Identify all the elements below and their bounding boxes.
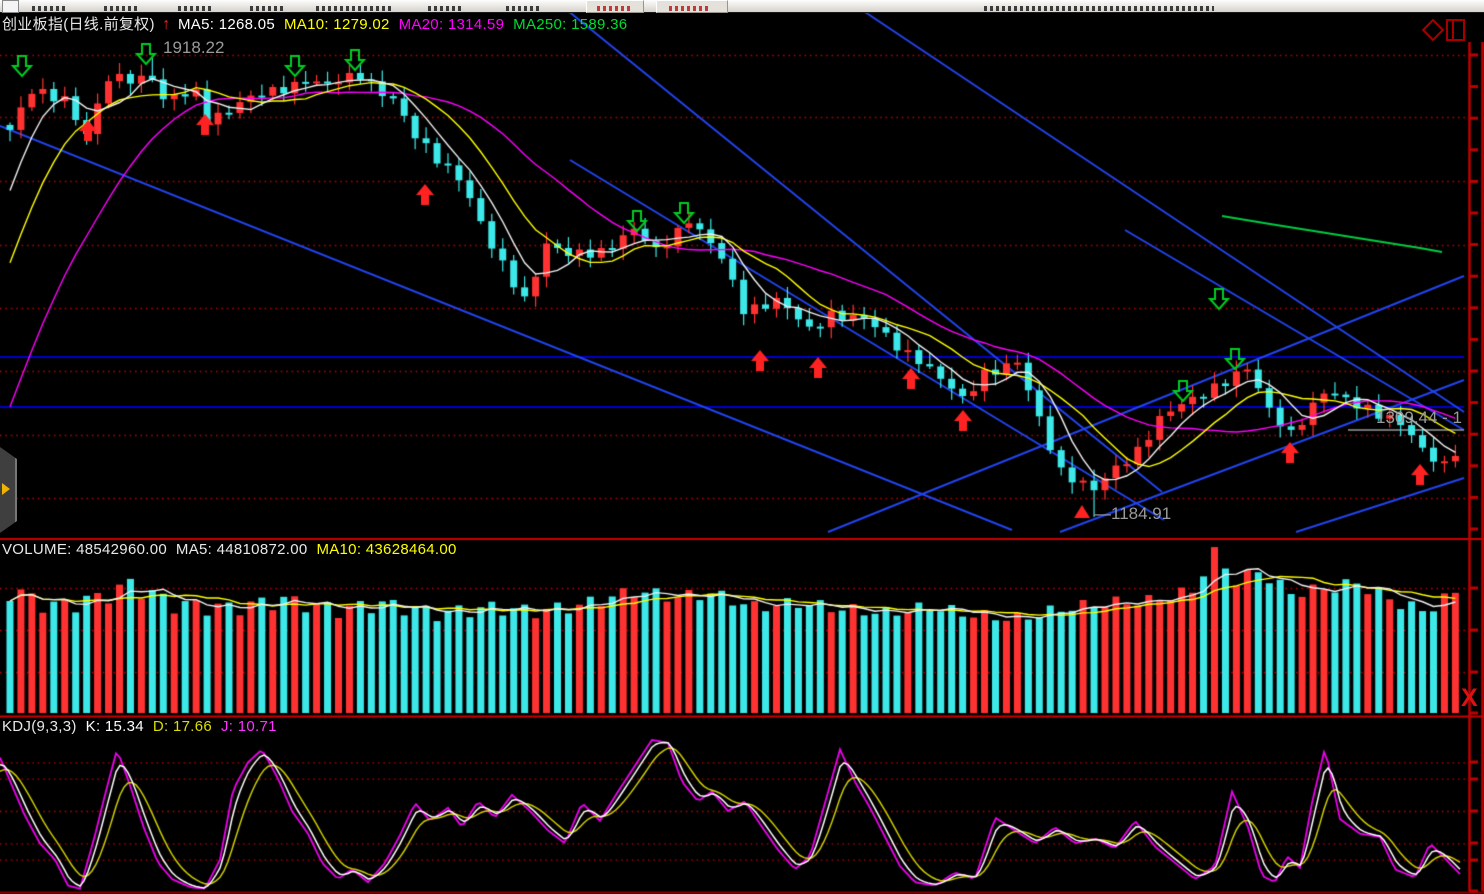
volume-ma5-label: MA5: 44810872.00: [176, 541, 308, 558]
app-icon: [2, 0, 19, 13]
menu-item[interactable]: [506, 6, 540, 11]
toolbar-button[interactable]: [586, 0, 644, 13]
ma10-label: MA10: 1279.02: [284, 16, 390, 33]
kdj-d-label: D: 17.66: [153, 718, 212, 735]
menu-item[interactable]: [316, 6, 392, 11]
menu-item[interactable]: [178, 6, 212, 11]
menu-item[interactable]: [104, 6, 138, 11]
menu-item[interactable]: [250, 6, 284, 11]
toolbar-button[interactable]: [656, 0, 728, 13]
symbol-title: 创业板指(日线.前复权): [2, 16, 155, 33]
ma250-label: MA250: 1589.36: [513, 16, 627, 33]
kdj-j-label: J: 10.71: [221, 718, 277, 735]
close-icon[interactable]: X: [1461, 684, 1478, 713]
menu-item[interactable]: [428, 6, 462, 11]
price-marker-annotation: 1309.44 - 1: [1376, 408, 1462, 428]
menu-item[interactable]: [32, 6, 66, 11]
volume-ma10-label: MA10: 43628464.00: [316, 541, 456, 558]
ma20-label: MA20: 1314.59: [399, 16, 505, 33]
volume-header: VOLUME: 48542960.00 MA5: 44810872.00 MA1…: [2, 541, 457, 558]
trend-up-arrow-icon: ↑: [159, 16, 173, 33]
volume-label: VOLUME: 48542960.00: [2, 541, 167, 558]
menu-bar[interactable]: [0, 0, 1484, 13]
sidebar-expand-tab[interactable]: [0, 447, 17, 533]
kdj-header: KDJ(9,3,3) K: 15.34 D: 17.66 J: 10.71: [2, 718, 277, 735]
ma5-label: MA5: 1268.05: [178, 16, 275, 33]
menu-bar-right-text: [984, 6, 1214, 11]
chart-title-bar: 创业板指(日线.前复权) ↑ MA5: 1268.05 MA10: 1279.0…: [2, 13, 627, 34]
kdj-title: KDJ(9,3,3): [2, 718, 77, 735]
expand-arrow-icon: [2, 483, 10, 495]
low-price-annotation: —1184.91: [1094, 504, 1171, 524]
trading-app-window: 创业板指(日线.前复权) ↑ MA5: 1268.05 MA10: 1279.0…: [0, 0, 1484, 894]
high-price-annotation: 1918.22: [163, 38, 224, 58]
kdj-k-label: K: 15.34: [86, 718, 144, 735]
chart-canvas[interactable]: [0, 0, 1484, 894]
split-window-icon[interactable]: [1446, 19, 1465, 41]
